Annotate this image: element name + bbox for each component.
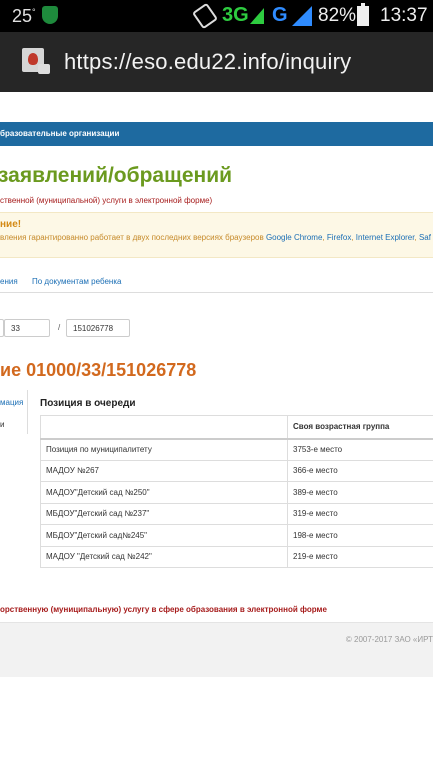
temperature-value: 25 [12,6,33,26]
queue-heading: Позиция в очереди [40,398,136,409]
navbar-item-organizations[interactable]: бразовательные организации [0,129,119,138]
link-safari[interactable]: Saf [419,233,431,242]
link-internet-explorer[interactable]: Internet Explorer [356,233,415,242]
table-row: МБДОУ"Детский сад №237" 319-е место [40,502,433,525]
table-row: МАДОУ №267 366-е место [40,459,433,482]
side-menu-item-info[interactable]: мация [0,398,23,407]
link-google-chrome[interactable]: Google Chrome [266,233,322,242]
battery-percent: 82% [318,5,357,26]
page-subtitle: ственной (муниципальной) услуги в электр… [0,196,213,205]
url-text[interactable]: https://eso.edu22.info/inquiry [64,49,351,75]
alert-heading: ние! [0,219,22,230]
alert-body: вления гарантированно работает в двух по… [0,233,266,242]
row-name: МАДОУ "Детский сад №242" [40,545,288,568]
application-title: ие 01000/33/151026778 [0,360,197,380]
status-bar: 25° 3G G 82% 13:37 [0,0,433,32]
top-spacer [0,92,433,122]
table-header-age-group: Своя возрастная группа [287,415,433,440]
row-value: 3753-е место [287,438,433,461]
alert-text: вления гарантированно работает в двух по… [0,233,431,242]
tab-by-application[interactable]: ения [0,277,18,286]
network-3g-label: 3G [222,4,249,26]
browser-address-bar[interactable]: https://eso.edu22.info/inquiry [0,32,433,92]
tab-by-child-documents[interactable]: По документам ребенка [32,277,121,286]
row-name: Позиция по муниципалитету [40,438,288,461]
web-page: бразовательные организации заявлений/обр… [0,92,433,770]
row-value: 366-е место [287,459,433,482]
row-value: 198-е место [287,524,433,547]
search-tabs: ения По документам ребенка [0,270,433,293]
row-name: МАДОУ №267 [40,459,288,482]
browser-warning-alert: ние! вления гарантированно работает в дв… [0,212,433,258]
page-footer: © 2007-2017 ЗАО «ИРТ [0,622,433,677]
table-row: Позиция по муниципалитету 3753-е место [40,438,433,461]
side-menu: мация и [0,390,28,434]
copyright-text: © 2007-2017 ЗАО «ИРТ [345,635,433,644]
network-g-label: G [272,4,288,26]
queue-table: Своя возрастная группа Позиция по муници… [40,415,433,568]
search-field-part3[interactable]: 151026778 [66,319,130,337]
vibrate-icon [191,2,219,30]
signal-icon [250,8,264,24]
side-menu-item-queue[interactable]: и [0,420,4,429]
page-title: заявлений/обращений [0,164,233,187]
row-value: 219-е место [287,545,433,568]
table-header-name [40,415,288,440]
row-name: МАДОУ"Детский сад №250" [40,481,288,504]
table-row: МБДОУ"Детский сад№245" 198-е место [40,524,433,547]
row-value: 319-е место [287,502,433,525]
row-name: МБДОУ"Детский сад №237" [40,502,288,525]
search-separator: / [58,323,61,332]
table-header-row: Своя возрастная группа [40,415,433,440]
battery-icon [357,3,369,26]
row-value: 389-е место [287,481,433,504]
table-row: МАДОУ "Детский сад №242" 219-е место [40,545,433,568]
temperature-indicator: 25° [12,6,36,26]
search-field-part2[interactable]: 33 [4,319,50,337]
signal-strength-icon [292,6,312,26]
link-firefox[interactable]: Firefox [327,233,351,242]
lock-icon [38,64,50,74]
clock: 13:37 [380,5,428,26]
row-name: МБДОУ"Детский сад№245" [40,524,288,547]
top-navbar: бразовательные организации [0,122,433,146]
footer-service-link[interactable]: орственную (муниципальную) услугу в сфер… [0,605,327,614]
table-row: МАДОУ"Детский сад №250" 389-е место [40,481,433,504]
shield-icon [42,6,58,24]
